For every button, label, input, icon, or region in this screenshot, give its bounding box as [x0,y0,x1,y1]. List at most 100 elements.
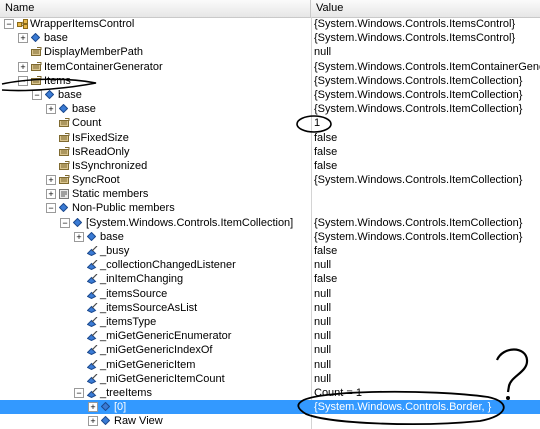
tree-row[interactable]: _miGetGenericItemCount null [0,372,540,386]
expand-icon[interactable]: + [18,33,28,44]
tree-row[interactable]: − [System.Windows.Controls.ItemCollection… [0,216,540,230]
row-value-cell[interactable]: false [314,159,540,173]
collapse-icon[interactable]: − [4,19,14,29]
row-name-label: IsSynchronized [72,159,148,172]
row-name-cell: − _treeItems [0,386,311,400]
tree-row[interactable]: _itemsSource null [0,287,540,301]
tree-row[interactable]: + Raw View [0,414,540,428]
row-value-cell[interactable]: null [314,358,540,372]
tree-row[interactable]: + base {System.Windows.Controls.ItemsContr… [0,31,540,45]
row-value-cell[interactable]: {System.Windows.Controls.ItemContainerGe… [314,60,540,74]
row-value-cell[interactable]: false [314,131,540,145]
row-name-label: base [100,230,124,243]
private-field-icon [87,331,98,342]
tree-row[interactable]: + SyncRoot {System.Windows.Controls.ItemCo… [0,173,540,187]
row-value-cell[interactable]: {System.Windows.Controls.ItemCollection} [314,216,540,230]
expand-icon[interactable]: + [46,189,56,200]
row-value-cell[interactable]: {System.Windows.Controls.ItemsControl} [314,17,540,31]
row-name-label: ItemContainerGenerator [44,60,163,73]
tree-row[interactable]: Count 1 [0,116,540,130]
expand-icon[interactable]: + [18,61,28,72]
row-name-cell: + [0] [0,400,311,414]
row-name-cell: _miGetGenericIndexOf [0,343,311,357]
tree-row[interactable]: + ItemContainerGenerator {System.Windows.C… [0,60,540,74]
value-column-header[interactable]: Value [311,0,540,17]
row-value-cell[interactable]: false [314,272,540,286]
private-field-icon [87,345,98,356]
tree-row[interactable]: + [0] {System.Windows.Controls.Border, } [0,400,540,415]
row-name-cell: − [System.Windows.Controls.ItemCollection… [0,216,311,230]
row-name-label: IsFixedSize [72,131,129,144]
private-field-icon [87,246,98,256]
property-icon [59,118,70,128]
tree-row[interactable]: _itemsType null [0,315,540,329]
tree-row[interactable]: IsReadOnly false [0,145,540,159]
row-name-label: [System.Windows.Controls.ItemCollection] [86,216,294,229]
tree-row[interactable]: _inItemChanging false [0,272,540,286]
tree-row[interactable]: − base {System.Windows.Controls.ItemCollec… [0,88,540,102]
row-value-cell[interactable]: 1 [314,116,540,130]
tree-row[interactable]: + Static members [0,187,540,201]
row-value-cell[interactable]: {System.Windows.Controls.ItemCollection} [314,74,540,88]
collapse-icon[interactable]: − [60,217,70,228]
row-name-label: base [72,103,96,116]
tree-row[interactable]: DisplayMemberPath null [0,45,540,59]
row-value-cell[interactable]: {System.Windows.Controls.Border, } [314,400,540,414]
row-value-cell[interactable]: null [314,329,540,343]
row-value-cell[interactable]: {System.Windows.Controls.ItemCollection} [314,230,540,244]
tree-row[interactable]: _miGetGenericItem null [0,358,540,372]
name-column-header[interactable]: Name [0,0,311,17]
row-name-label: _collectionChangedListener [100,259,236,272]
private-field-icon [87,387,98,398]
row-value-cell[interactable]: {System.Windows.Controls.ItemsControl} [314,31,540,45]
row-value-cell[interactable]: false [314,244,540,258]
row-value-cell[interactable]: null [314,45,540,59]
row-value-cell[interactable]: null [314,343,540,357]
row-name-cell: _itemsSource [0,287,311,301]
tree-row[interactable]: − Items {System.Windows.Controls.ItemColle… [0,74,540,88]
row-name-label: Items [44,74,71,87]
row-value-cell[interactable]: {System.Windows.Controls.ItemCollection} [314,173,540,187]
row-name-label: Count [72,117,102,130]
row-value-cell[interactable]: null [314,287,540,301]
row-value-cell[interactable]: Count = 1 [314,386,540,400]
row-value-cell[interactable]: null [314,315,540,329]
row-value-cell[interactable]: null [314,258,540,272]
expand-icon[interactable]: + [46,175,56,186]
collapse-icon[interactable]: − [32,89,42,100]
tree-row[interactable]: _miGetGenericIndexOf null [0,343,540,357]
row-name-cell: _collectionChangedListener [0,258,311,272]
tree-row[interactable]: _miGetGenericEnumerator null [0,329,540,343]
collapse-icon[interactable]: − [74,387,84,398]
tree-row[interactable]: IsSynchronized false [0,159,540,173]
column-header-bar: Name Value [0,0,540,18]
row-value-cell[interactable]: {System.Windows.Controls.ItemCollection} [314,88,540,102]
row-name-cell: IsSynchronized [0,159,311,173]
row-name-cell: _busy [0,244,311,258]
tree-row[interactable]: + base {System.Windows.Controls.ItemCollec… [0,230,540,244]
tree-row[interactable]: IsFixedSize false [0,131,540,145]
expand-icon[interactable]: + [74,231,84,242]
field-icon [59,104,68,114]
private-field-icon [87,302,98,313]
field-icon [73,217,82,227]
tree-row[interactable]: _busy false [0,244,540,258]
expand-icon[interactable]: + [46,104,56,115]
tree-row[interactable]: _itemsSourceAsList null [0,301,540,315]
row-value-cell[interactable]: false [314,145,540,159]
row-value-cell[interactable]: {System.Windows.Controls.ItemCollection} [314,102,540,116]
row-name-label: DisplayMemberPath [44,46,144,59]
expand-icon[interactable]: + [88,402,98,413]
tree-row[interactable]: − _treeItems Count = 1 [0,386,540,400]
tree-row[interactable]: _collectionChangedListener null [0,258,540,272]
row-name-cell: _miGetGenericItem [0,358,311,372]
row-value-cell[interactable]: null [314,372,540,386]
expand-icon[interactable]: + [88,416,98,427]
collapse-icon[interactable]: − [46,203,56,214]
tree-row[interactable]: − WrapperItemsControl {System.Windows.Cont… [0,17,540,31]
tree-row[interactable]: − Non-Public members [0,201,540,215]
collapse-icon[interactable]: − [18,75,28,86]
row-value-cell[interactable]: null [314,301,540,315]
row-name-label: _miGetGenericItem [100,358,196,371]
tree-row[interactable]: + base {System.Windows.Controls.ItemCollec… [0,102,540,116]
